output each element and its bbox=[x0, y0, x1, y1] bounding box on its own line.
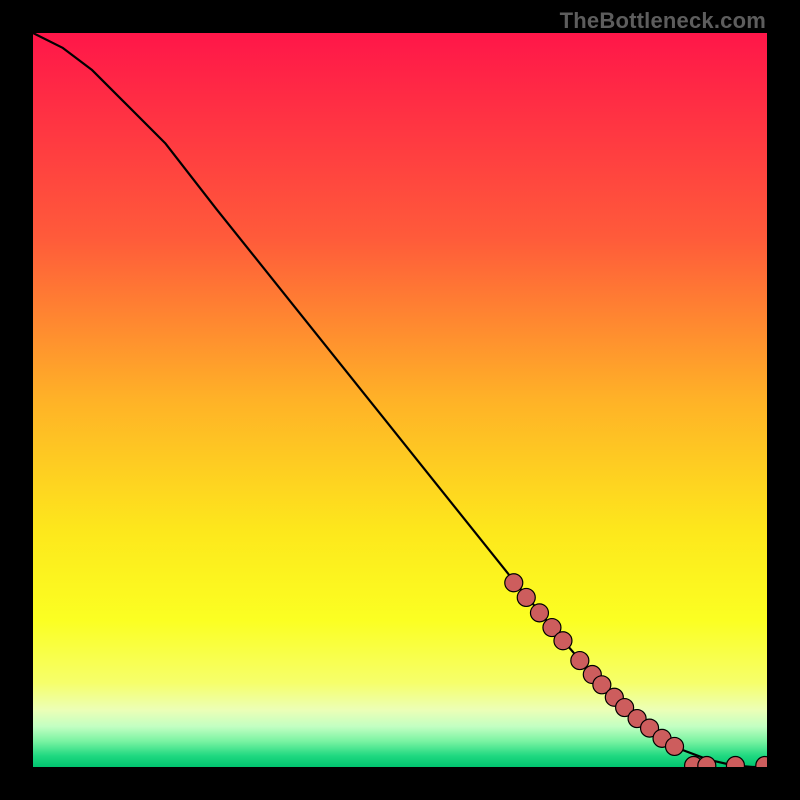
plot-area bbox=[33, 33, 767, 767]
curve-point bbox=[698, 757, 716, 767]
curve-point bbox=[554, 632, 572, 650]
curve-point bbox=[666, 737, 684, 755]
watermark-text: TheBottleneck.com bbox=[560, 8, 766, 34]
chart-svg bbox=[33, 33, 767, 767]
curve-point bbox=[726, 757, 744, 767]
curve-points-group bbox=[505, 574, 767, 767]
curve-point bbox=[530, 604, 548, 622]
curve-point bbox=[505, 574, 523, 592]
bottleneck-curve bbox=[33, 33, 767, 767]
curve-point bbox=[756, 757, 767, 767]
curve-point bbox=[517, 588, 535, 606]
chart-stage: TheBottleneck.com bbox=[0, 0, 800, 800]
curve-point bbox=[571, 652, 589, 670]
